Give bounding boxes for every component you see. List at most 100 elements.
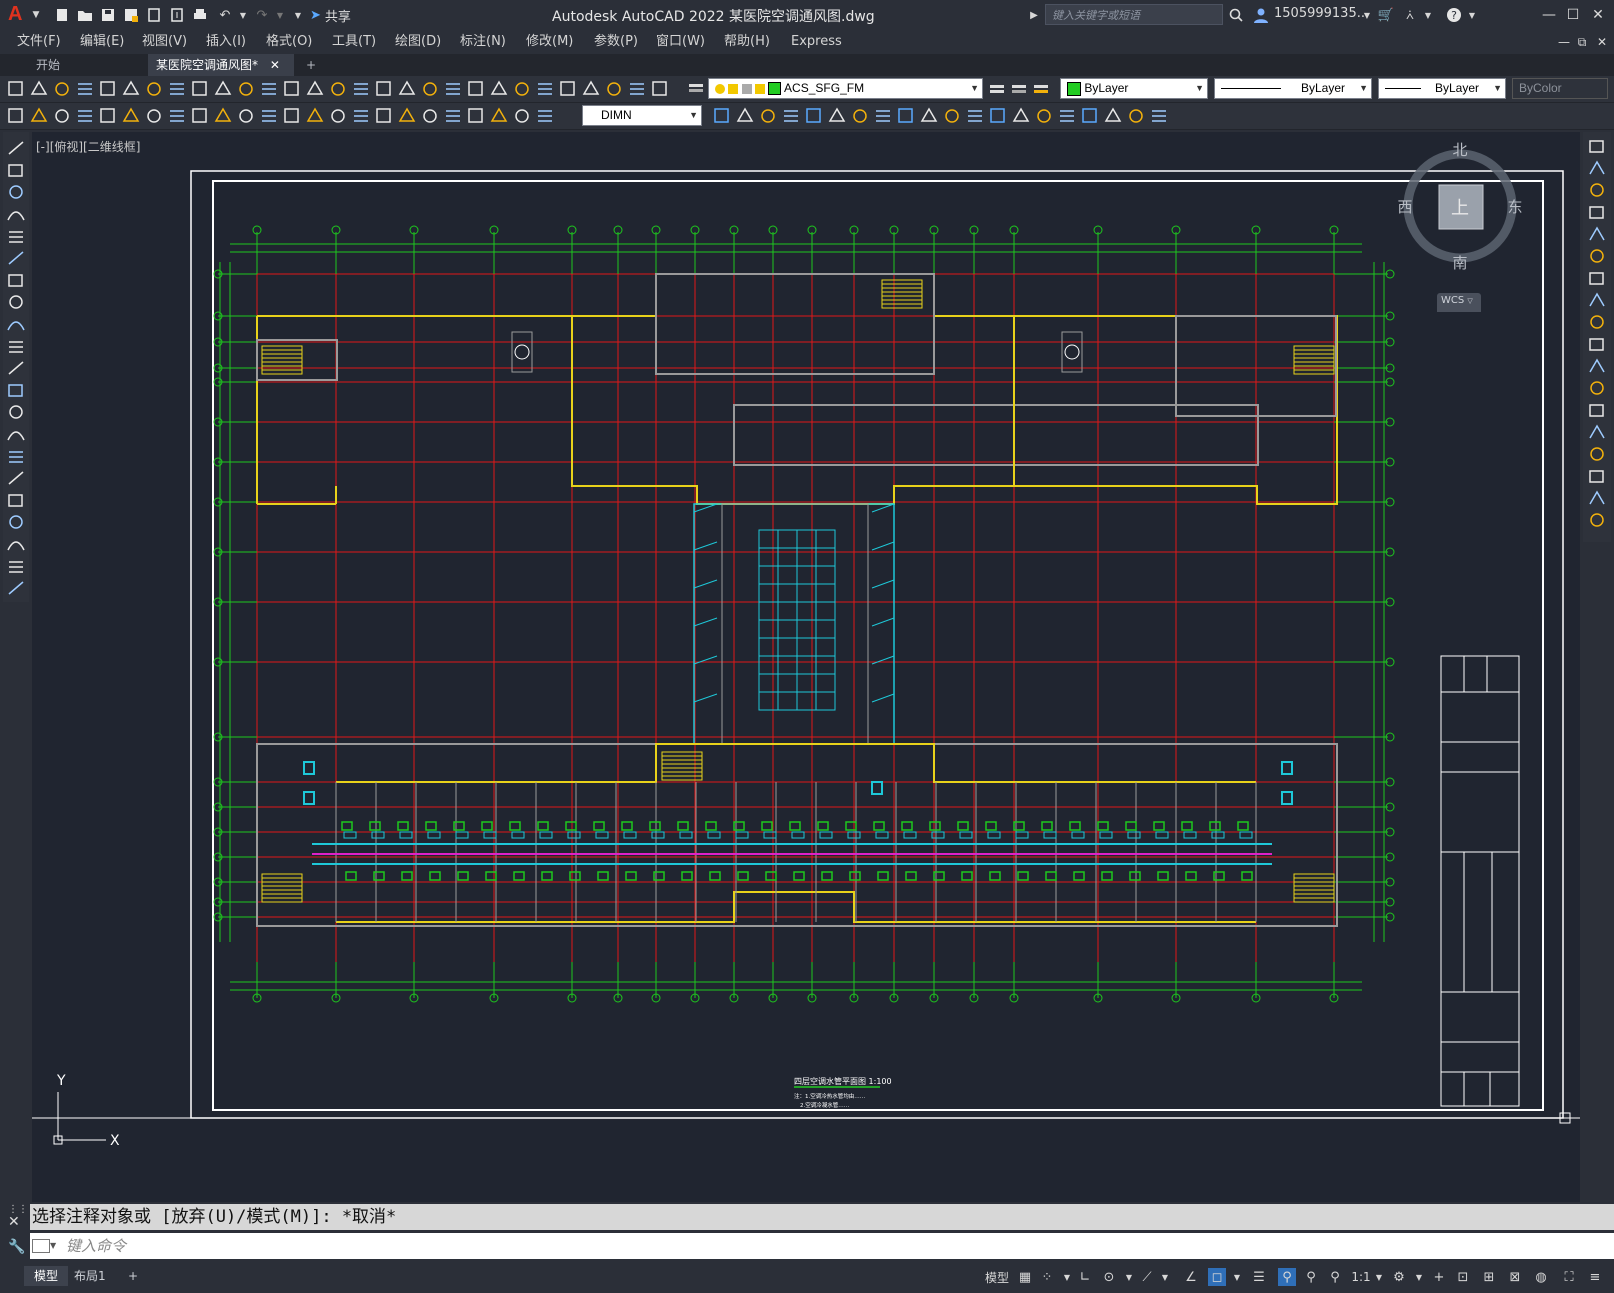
drawing-canvas[interactable]: 四层空调水管平面图 1:100 注：1.空调冷热水管均由…… 2.空调冷凝水管…… <box>32 132 1580 1202</box>
toolbar-tool-icon[interactable] <box>100 81 115 96</box>
vertical-tool-icon[interactable] <box>1590 447 1604 461</box>
polar-dropdown-icon[interactable]: ▼ <box>1120 1268 1138 1286</box>
toolbar-tool-icon[interactable] <box>446 110 460 122</box>
toolbar-tool-icon[interactable] <box>284 81 299 96</box>
vertical-tool-icon[interactable] <box>9 451 23 463</box>
vertical-tool-icon[interactable] <box>8 164 23 177</box>
menu-edit[interactable]: 编辑(E) <box>80 30 124 54</box>
vertical-tool-icon[interactable] <box>8 361 24 375</box>
menu-file[interactable]: 文件(F) <box>17 30 61 54</box>
toolbar-tool-icon[interactable] <box>55 109 69 123</box>
vertical-tool-icon[interactable] <box>8 384 23 397</box>
vertical-tool-icon[interactable] <box>8 251 24 265</box>
standard-toolbar-icons[interactable] <box>0 76 680 102</box>
isodraft-dropdown-icon[interactable]: ▼ <box>1156 1268 1174 1286</box>
vertical-tool-icon[interactable] <box>1590 381 1604 395</box>
toolbar-tool-icon[interactable] <box>1104 107 1122 122</box>
menu-window[interactable]: 窗口(W) <box>656 30 705 54</box>
vertical-tool-icon[interactable] <box>1589 160 1605 175</box>
layer-states-icon[interactable] <box>1032 80 1050 98</box>
toolbar-tool-icon[interactable] <box>538 110 552 122</box>
menu-tools[interactable]: 工具(T) <box>332 30 376 54</box>
linetype-dropdown[interactable]: ByLayer ▼ <box>1214 78 1372 99</box>
vertical-tool-icon[interactable] <box>8 581 24 595</box>
toolbar-tool-icon[interactable] <box>490 80 508 95</box>
search-icon[interactable] <box>1226 5 1246 25</box>
share-button[interactable]: ➤ 共享 <box>310 5 351 25</box>
vertical-tool-icon[interactable] <box>8 274 23 287</box>
isodraft-icon[interactable]: ⟋ <box>1138 1268 1156 1286</box>
toolbar-tool-icon[interactable] <box>239 109 253 123</box>
toolbar-tool-icon[interactable] <box>306 80 324 95</box>
app-menu-chevron-icon[interactable]: ▼ <box>26 5 46 25</box>
toolbar-tool-icon[interactable] <box>262 83 276 95</box>
draw-tool-icons[interactable] <box>3 132 29 602</box>
toolbar-tool-icon[interactable] <box>100 108 115 123</box>
vertical-tool-icon[interactable] <box>7 431 25 441</box>
help-dropdown-icon[interactable]: ▼ <box>1462 5 1482 25</box>
object-snap-tracking-icon[interactable]: ∠ <box>1182 1268 1200 1286</box>
toolbar-tool-icon[interactable] <box>30 80 48 95</box>
toolbar-tool-icon[interactable] <box>898 108 913 123</box>
vertical-tool-icon[interactable] <box>7 541 25 551</box>
command-prompt-icon[interactable] <box>32 1239 50 1253</box>
vertical-tool-icon[interactable] <box>9 341 23 353</box>
save-as-icon[interactable] <box>121 5 141 25</box>
help-search-input[interactable]: 键入关键字或短语 <box>1045 4 1223 25</box>
viewcube-top-face[interactable]: 上 <box>1451 198 1469 219</box>
toolbar-tool-icon[interactable] <box>170 110 184 122</box>
isolate-objects-icon[interactable]: ◍ <box>1532 1268 1550 1286</box>
save-web-icon[interactable] <box>167 5 187 25</box>
toolbar-tool-icon[interactable] <box>968 110 982 122</box>
toolbar-tool-icon[interactable] <box>1037 109 1051 123</box>
open-web-icon[interactable] <box>144 5 164 25</box>
dimension-toolbar-icons[interactable] <box>0 103 580 129</box>
tab-close-icon[interactable]: ✕ <box>270 58 280 72</box>
menu-help[interactable]: 帮助(H) <box>724 30 770 54</box>
annotation-scale-icon[interactable]: ⚲ <box>1326 1268 1344 1286</box>
workspace-dropdown-icon[interactable]: ▼ <box>1410 1268 1428 1286</box>
toolbar-tool-icon[interactable] <box>468 81 483 96</box>
vertical-tool-icon[interactable] <box>1589 338 1604 351</box>
menu-dimension[interactable]: 标注(N) <box>460 30 506 54</box>
toolbar-tool-icon[interactable] <box>78 110 92 122</box>
toolbar-tool-icon[interactable] <box>147 82 161 96</box>
tab-drawing[interactable]: 某医院空调通风图* ✕ <box>148 54 294 76</box>
vertical-tool-icon[interactable] <box>1589 226 1605 241</box>
vertical-tool-icon[interactable] <box>7 321 25 331</box>
wcs-menu[interactable]: WCS ▽ <box>1437 293 1481 309</box>
undo-icon[interactable]: ↶ <box>215 5 235 25</box>
toolbar-tool-icon[interactable] <box>423 109 437 123</box>
add-layout-button[interactable]: + <box>118 1266 148 1286</box>
vertical-tool-icon[interactable] <box>8 141 24 155</box>
redo-icon[interactable]: ↷ <box>252 5 272 25</box>
toolbar-tool-icon[interactable] <box>8 81 23 96</box>
toolbar-tool-icon[interactable] <box>78 83 92 95</box>
a360-dropdown-icon[interactable]: ▼ <box>1418 5 1438 25</box>
menu-modify[interactable]: 修改(M) <box>526 30 573 54</box>
vertical-tool-icon[interactable] <box>9 405 23 419</box>
toolbar-tool-icon[interactable] <box>214 80 232 95</box>
menu-parametric[interactable]: 参数(P) <box>594 30 638 54</box>
toolbar-tool-icon[interactable] <box>262 110 276 122</box>
toolbar-tool-icon[interactable] <box>630 83 644 95</box>
toolbar-tool-icon[interactable] <box>515 109 529 123</box>
toolbar-tool-icon[interactable] <box>147 109 161 123</box>
toolbar-tool-icon[interactable] <box>122 107 140 122</box>
osnap-dropdown-icon[interactable]: ▼ <box>1228 1268 1246 1286</box>
new-tab-button[interactable]: + <box>298 54 324 76</box>
toolbar-tool-icon[interactable] <box>192 108 207 123</box>
vertical-tool-icon[interactable] <box>1590 513 1604 527</box>
command-input[interactable]: ▼ 键入命令 <box>30 1233 1614 1259</box>
autodesk-a360-icon[interactable]: ⩑ <box>1400 5 1420 25</box>
toolbar-tool-icon[interactable] <box>122 80 140 95</box>
menu-view[interactable]: 视图(V) <box>142 30 187 54</box>
toolbar-tool-icon[interactable] <box>1012 107 1030 122</box>
modify-tool-icons[interactable] <box>1583 132 1611 542</box>
snap-icon[interactable]: ⁘ <box>1038 1268 1056 1286</box>
menu-express[interactable]: Express <box>791 30 842 54</box>
vertical-tool-icon[interactable] <box>1589 470 1604 483</box>
vertical-tool-icon[interactable] <box>1589 404 1604 417</box>
make-current-icon[interactable] <box>988 80 1006 98</box>
toolbar-tool-icon[interactable] <box>331 82 345 96</box>
